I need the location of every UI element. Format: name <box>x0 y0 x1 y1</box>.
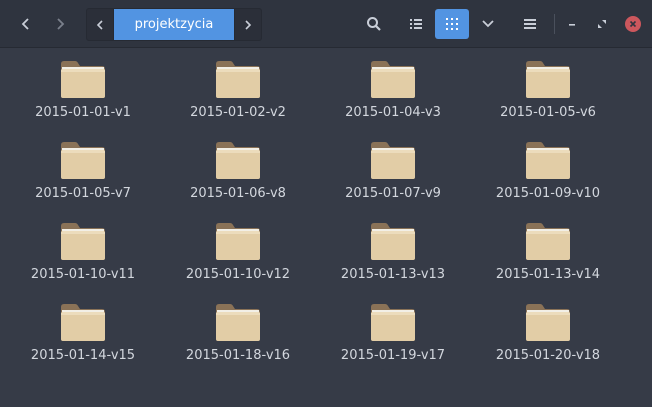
chevron-left-icon <box>96 19 103 30</box>
path-scroll-right-button[interactable] <box>234 9 261 40</box>
search-button[interactable] <box>360 9 388 39</box>
folder-icon <box>61 142 105 179</box>
folder-item[interactable]: 2015-01-14-v15 <box>8 292 158 372</box>
folder-grid: 2015-01-01-v1 2015-01-02-v2 2015-01-04-v3 2… <box>0 49 652 407</box>
folder-icon <box>526 61 570 98</box>
back-button[interactable] <box>12 9 40 39</box>
folder-icon <box>526 142 570 179</box>
grid-view-button[interactable] <box>435 9 469 39</box>
close-icon <box>629 20 637 28</box>
forward-button[interactable] <box>46 9 74 39</box>
folder-item[interactable]: 2015-01-01-v1 <box>8 49 158 129</box>
folder-name: 2015-01-19-v17 <box>340 348 446 363</box>
folder-name: 2015-01-10-v11 <box>30 267 136 282</box>
folder-name: 2015-01-10-v12 <box>185 267 291 282</box>
view-options-button[interactable] <box>474 9 502 39</box>
folder-name: 2015-01-02-v2 <box>190 105 286 120</box>
folder-name: 2015-01-13-v14 <box>495 267 601 282</box>
folder-item[interactable]: 2015-01-02-v2 <box>163 49 313 129</box>
path-crumb-current[interactable]: projektzycia <box>114 9 234 40</box>
folder-icon <box>371 142 415 179</box>
folder-icon <box>371 223 415 260</box>
chevron-down-icon <box>482 20 494 28</box>
maximize-button[interactable] <box>594 9 610 39</box>
list-view-button[interactable] <box>402 9 430 39</box>
folder-name: 2015-01-20-v18 <box>495 348 601 363</box>
folder-name: 2015-01-01-v1 <box>35 105 131 120</box>
search-icon <box>367 17 381 31</box>
path-scroll-left-button[interactable] <box>87 9 114 40</box>
chevron-right-icon <box>57 18 65 30</box>
folder-name: 2015-01-05-v7 <box>35 186 131 201</box>
header-bar: projektzycia <box>0 0 652 48</box>
folder-icon <box>61 223 105 260</box>
folder-item[interactable]: 2015-01-20-v18 <box>473 292 623 372</box>
minimize-icon <box>569 24 575 26</box>
minimize-button[interactable] <box>564 9 580 39</box>
menu-button[interactable] <box>516 9 544 39</box>
folder-item[interactable]: 2015-01-04-v3 <box>318 49 468 129</box>
grid-view-icon <box>446 18 458 30</box>
folder-name: 2015-01-04-v3 <box>345 105 441 120</box>
folder-name: 2015-01-09-v10 <box>495 186 601 201</box>
hamburger-menu-icon <box>524 19 536 29</box>
folder-item[interactable]: 2015-01-13-v13 <box>318 211 468 291</box>
close-button[interactable] <box>625 16 641 32</box>
folder-icon <box>371 304 415 341</box>
folder-name: 2015-01-14-v15 <box>30 348 136 363</box>
folder-item[interactable]: 2015-01-07-v9 <box>318 130 468 210</box>
folder-icon <box>216 142 260 179</box>
folder-icon <box>526 223 570 260</box>
folder-name: 2015-01-13-v13 <box>340 267 446 282</box>
folder-icon <box>216 304 260 341</box>
folder-item[interactable]: 2015-01-06-v8 <box>163 130 313 210</box>
folder-item[interactable]: 2015-01-18-v16 <box>163 292 313 372</box>
maximize-icon <box>598 20 606 28</box>
folder-name: 2015-01-18-v16 <box>185 348 291 363</box>
folder-name: 2015-01-07-v9 <box>345 186 441 201</box>
header-separator <box>554 14 555 34</box>
folder-item[interactable]: 2015-01-10-v11 <box>8 211 158 291</box>
folder-item[interactable]: 2015-01-05-v7 <box>8 130 158 210</box>
folder-name: 2015-01-06-v8 <box>190 186 286 201</box>
list-view-icon <box>410 19 422 29</box>
chevron-left-icon <box>21 18 29 30</box>
chevron-right-icon <box>245 19 252 30</box>
folder-item[interactable]: 2015-01-09-v10 <box>473 130 623 210</box>
folder-item[interactable]: 2015-01-19-v17 <box>318 292 468 372</box>
folder-item[interactable]: 2015-01-13-v14 <box>473 211 623 291</box>
folder-name: 2015-01-05-v6 <box>500 105 596 120</box>
folder-item[interactable]: 2015-01-10-v12 <box>163 211 313 291</box>
folder-item[interactable]: 2015-01-05-v6 <box>473 49 623 129</box>
folder-icon <box>216 223 260 260</box>
path-bar: projektzycia <box>86 8 262 41</box>
folder-icon <box>61 304 105 341</box>
folder-icon <box>371 61 415 98</box>
folder-icon <box>216 61 260 98</box>
folder-icon <box>61 61 105 98</box>
folder-icon <box>526 304 570 341</box>
